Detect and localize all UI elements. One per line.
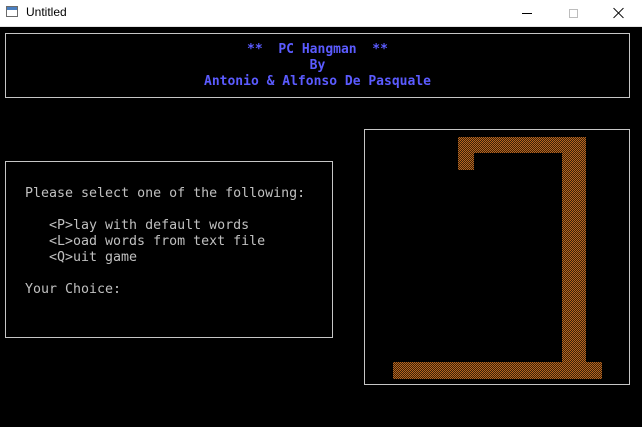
byline: By — [309, 58, 326, 73]
maximize-icon — [568, 8, 578, 18]
menu-option-play: <P>lay with default words — [49, 218, 250, 233]
app-window-icon — [6, 6, 18, 17]
gallows-box — [364, 129, 630, 385]
gallows-rope — [458, 137, 474, 170]
game-header-box: ** PC Hangman ** By Antonio & Alfonso De… — [5, 33, 630, 98]
menu-option-load: <L>oad words from text file — [49, 234, 266, 249]
window-title-bar[interactable]: Untitled — [0, 0, 642, 27]
gallows-post — [562, 137, 586, 364]
minimize-icon — [522, 12, 532, 14]
minimize-button[interactable] — [504, 0, 550, 26]
menu-prompt: Please select one of the following: — [25, 186, 306, 201]
menu-option-quit: <Q>uit game — [49, 250, 138, 265]
close-icon — [613, 7, 625, 19]
game-title: ** PC Hangman ** — [247, 42, 388, 57]
main-menu-box: Please select one of the following: <P>l… — [5, 161, 333, 338]
maximize-button[interactable] — [550, 0, 596, 26]
choice-prompt: Your Choice: — [25, 282, 122, 297]
window-title: Untitled — [26, 5, 67, 19]
close-button[interactable] — [596, 0, 642, 26]
gallows-base — [393, 362, 602, 379]
authors: Antonio & Alfonso De Pasquale — [204, 74, 431, 89]
